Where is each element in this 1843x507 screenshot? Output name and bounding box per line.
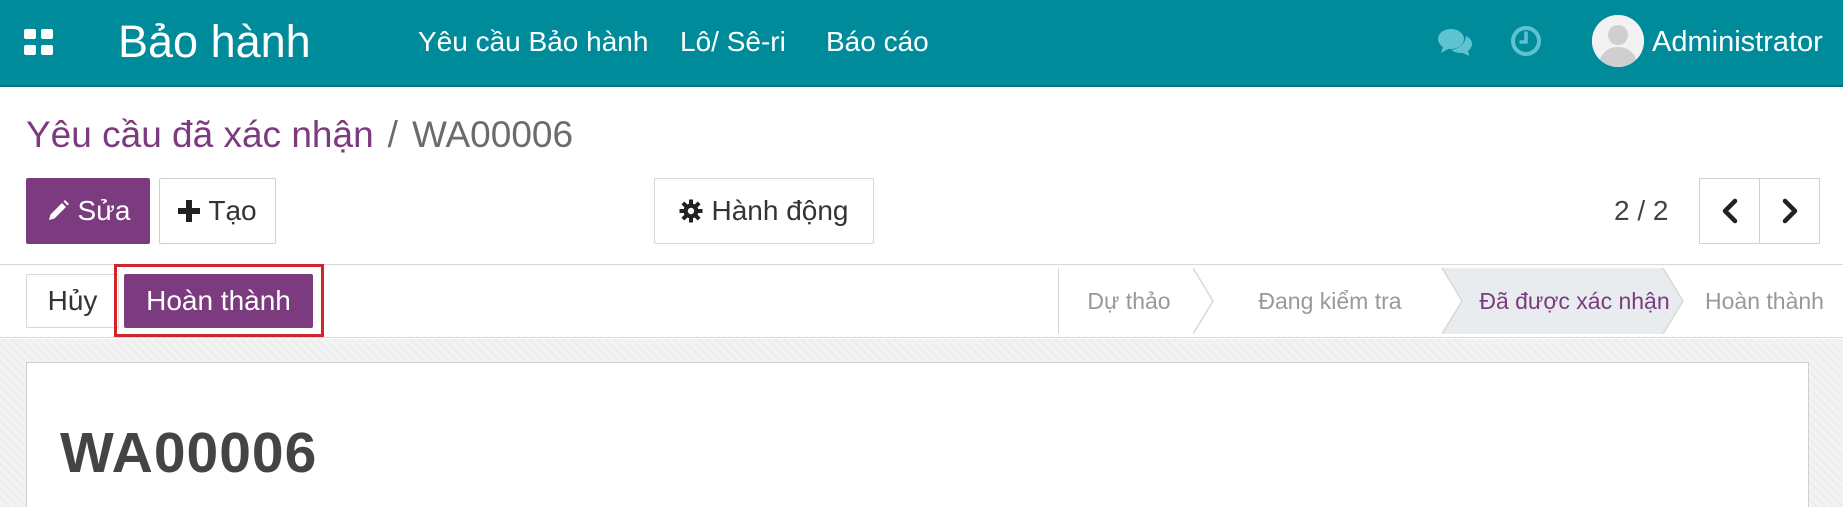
create-button[interactable]: Tạo bbox=[159, 178, 276, 244]
mark-done-button[interactable]: Hoàn thành bbox=[124, 274, 313, 328]
plus-icon bbox=[178, 200, 201, 222]
breadcrumb-parent-link[interactable]: Yêu cầu đã xác nhận bbox=[26, 114, 374, 155]
user-name[interactable]: Administrator bbox=[1652, 24, 1823, 60]
action-menu-label: Hành động bbox=[711, 195, 849, 226]
breadcrumb-separator: / bbox=[387, 114, 398, 155]
record-name: WA00006 bbox=[60, 421, 318, 485]
stage-done[interactable]: Hoàn thành bbox=[1686, 268, 1843, 334]
user-avatar[interactable] bbox=[1592, 15, 1644, 67]
gear-icon bbox=[679, 199, 703, 223]
stage-confirmed[interactable]: Đã được xác nhận bbox=[1462, 268, 1687, 334]
stage-pipeline: Dự thảo Đang kiểm tra Đã được xác nhận H… bbox=[1058, 268, 1843, 334]
action-menu-button[interactable]: Hành động bbox=[654, 178, 874, 244]
menu-item-reports[interactable]: Báo cáo bbox=[826, 24, 929, 60]
chevron-left-icon bbox=[1722, 198, 1737, 224]
menu-item-lot-serial[interactable]: Lô/ Sê-ri bbox=[680, 24, 786, 60]
pager-previous-button[interactable] bbox=[1699, 178, 1760, 244]
app-brand-title: Bảo hành bbox=[118, 16, 311, 67]
apps-grid-icon[interactable] bbox=[24, 29, 54, 55]
edit-button[interactable]: Sửa bbox=[26, 178, 150, 244]
stage-checking[interactable]: Đang kiểm tra bbox=[1218, 268, 1442, 334]
pager-next-button[interactable] bbox=[1759, 178, 1820, 244]
cancel-button[interactable]: Hủy bbox=[26, 274, 119, 328]
stage-draft[interactable]: Dự thảo bbox=[1066, 268, 1192, 334]
chat-icon[interactable] bbox=[1437, 26, 1473, 58]
pencil-icon bbox=[46, 199, 70, 223]
edit-button-label: Sửa bbox=[77, 195, 131, 226]
create-button-label: Tạo bbox=[208, 195, 257, 226]
pager-value[interactable]: 2 / 2 bbox=[1614, 193, 1668, 229]
menu-item-warranty-requests[interactable]: Yêu cầu Bảo hành bbox=[418, 24, 648, 60]
breadcrumb: Yêu cầu đã xác nhận / WA00006 bbox=[26, 112, 573, 158]
chevron-right-icon bbox=[1782, 198, 1797, 224]
breadcrumb-current: WA00006 bbox=[411, 114, 574, 155]
top-navbar: Bảo hành Yêu cầu Bảo hành Lô/ Sê-ri Báo … bbox=[0, 0, 1843, 87]
clock-icon[interactable] bbox=[1510, 25, 1542, 57]
